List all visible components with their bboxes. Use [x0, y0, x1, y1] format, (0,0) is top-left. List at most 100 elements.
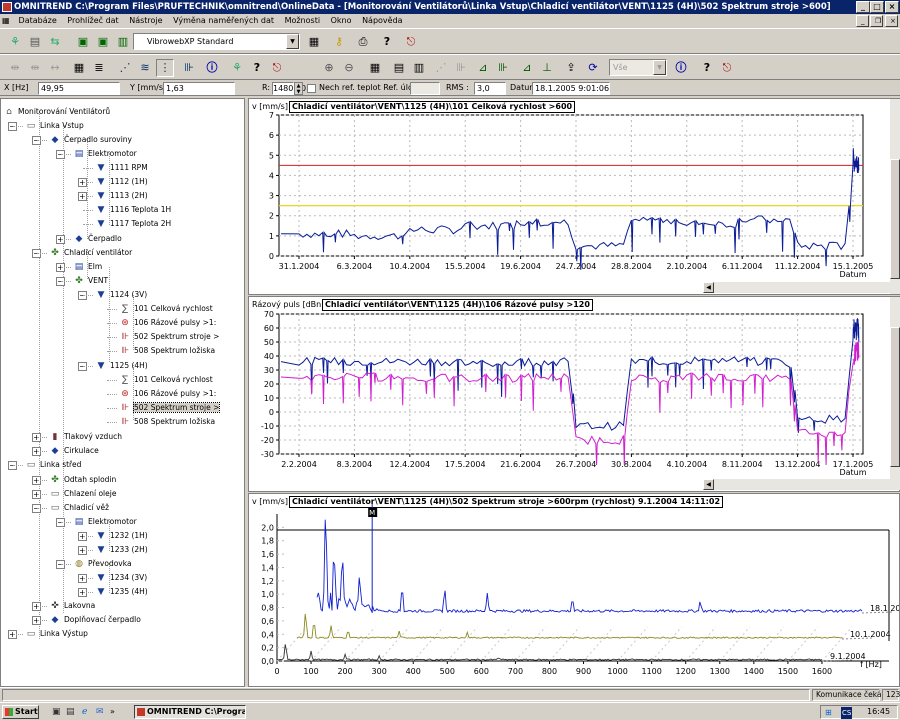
- chart-bar-icon[interactable]: ⊪: [494, 59, 512, 77]
- tree-node[interactable]: ⊛ 106 Rázové pulsy >1:: [119, 387, 216, 401]
- tree-node[interactable]: ⊪ 508 Spektrum ložiska: [119, 344, 215, 358]
- tree-node[interactable]: ◆ Čerpadlo: [73, 232, 122, 246]
- mdi-minimize-button[interactable]: _: [856, 15, 869, 27]
- tree-node[interactable]: ▭ Chladicí věž: [49, 501, 109, 515]
- quicklaunch-more-icon[interactable]: »: [110, 707, 115, 716]
- quicklaunch-desktop-icon[interactable]: ▣: [52, 707, 61, 717]
- tree-node[interactable]: ▤ Elm: [73, 260, 102, 274]
- tree-node[interactable]: ◆ Doplňovací čerpadlo: [49, 613, 141, 627]
- tree-node[interactable]: ▼ 1124 (3V): [95, 288, 148, 302]
- tree-node[interactable]: ▼ 1233 (2H): [95, 543, 148, 557]
- menu-okno[interactable]: Okno: [327, 14, 356, 28]
- minimize-button[interactable]: _: [856, 1, 870, 13]
- trend-chart-icon[interactable]: ⋰: [116, 59, 134, 77]
- tree-node[interactable]: ▭ Linka střed: [25, 458, 82, 472]
- tree-node[interactable]: ⊪ 502 Spektrum stroje >: [119, 330, 219, 344]
- mdi-restore-button[interactable]: ❐: [870, 15, 883, 27]
- database-icon[interactable]: ▤: [26, 33, 44, 51]
- tree-node[interactable]: ✜ Lakovna: [49, 599, 95, 613]
- tree-node[interactable]: ▼ 1112 (1H): [95, 175, 148, 189]
- tree-node[interactable]: ◍ Převodovka: [73, 557, 131, 571]
- menu-vymena[interactable]: Výměna naměřených dat: [169, 14, 278, 28]
- tree-node[interactable]: ▼ 1125 (4H): [95, 359, 148, 373]
- trend-chart-overall[interactable]: v [mm/s] Chladicí ventilátor\VENT\1125 (…: [248, 98, 900, 295]
- tree-node[interactable]: ▼ 1235 (4H): [95, 585, 148, 599]
- help-icon[interactable]: ?: [378, 33, 396, 51]
- tree-node[interactable]: ∑ 101 Celková rychlost: [119, 302, 213, 316]
- chart-peak-icon[interactable]: ⊥: [538, 59, 556, 77]
- grid-icon[interactable]: ▦: [366, 59, 384, 77]
- tree-node[interactable]: ▼ 1117 Teplota 2H: [95, 217, 172, 231]
- menu-databaze[interactable]: Databáze: [15, 14, 61, 28]
- window-title-bar[interactable]: OMNITREND C:\Program Files\PRUFTECHNIK\o…: [0, 0, 900, 14]
- report-icon[interactable]: ▤: [390, 59, 408, 77]
- spectrum-waterfall-chart[interactable]: v [mm/s] Chladicí ventilátor\VENT\1125 (…: [248, 493, 900, 687]
- exit-icon[interactable]: ⎋: [718, 59, 736, 77]
- export-icon[interactable]: ⇪: [562, 59, 580, 77]
- tree-node[interactable]: ∑ 101 Celková rychlost: [119, 373, 213, 387]
- tree-node[interactable]: ◆ Čerpadlo suroviny: [49, 133, 132, 147]
- start-button[interactable]: Start: [2, 705, 39, 719]
- trend-dim-icon[interactable]: ⋰: [432, 59, 450, 77]
- mdi-doc-icon[interactable]: ▦: [0, 14, 12, 28]
- notes-icon[interactable]: ▥: [410, 59, 428, 77]
- tree-node[interactable]: ▤ Elektromotor: [73, 147, 137, 161]
- chart-line-icon[interactable]: ⊿: [474, 59, 492, 77]
- quicklaunch-outlook-icon[interactable]: ✉: [96, 707, 104, 717]
- tree-node[interactable]: ✤ Chladicí ventilátor: [49, 246, 132, 260]
- tree-node[interactable]: ⊛ 106 Rázové pulsy >1:: [119, 316, 216, 330]
- tree-node[interactable]: ▼ 1234 (3V): [95, 571, 148, 585]
- maximize-button[interactable]: □: [870, 1, 884, 13]
- tree-node[interactable]: ⌂ Monitorování Ventilátorů: [3, 105, 110, 119]
- tree-node[interactable]: ⊪ 508 Spektrum ložiska: [119, 415, 215, 429]
- chevron-down-icon[interactable]: ▼: [653, 60, 666, 75]
- help-icon[interactable]: ?: [698, 59, 716, 77]
- network-icon[interactable]: ⊞: [825, 707, 832, 719]
- profile-combo[interactable]: VibrowebXP Standard ▼: [133, 33, 300, 50]
- tree-filter-icon[interactable]: ⚘: [228, 59, 246, 77]
- chart2-hscroll[interactable]: ◀▶: [703, 479, 899, 490]
- tree-node[interactable]: ▤ Elektromotor: [73, 515, 137, 529]
- trend-chart-shock-pulse[interactable]: Rázový puls [dBn] Chladicí ventilátor\VE…: [248, 296, 900, 492]
- tree-node[interactable]: ▭ Linka Vstup: [25, 119, 84, 133]
- menu-prohlizec[interactable]: Prohlížeč dat: [63, 14, 122, 28]
- tree-node[interactable]: ⊪ 502 Spektrum stroje >: [119, 401, 221, 415]
- download-icon[interactable]: ▣: [74, 33, 92, 51]
- database-tree[interactable]: −⌂Monitorování Ventilátorů−▭Linka Vstup−…: [0, 98, 245, 687]
- cursor-icon[interactable]: ⇹: [6, 59, 24, 77]
- filter-combo[interactable]: Vše ▼: [609, 59, 667, 76]
- tree-node[interactable]: ▮ Tlakový vzduch: [49, 430, 122, 444]
- chart2-vscroll[interactable]: [890, 297, 900, 490]
- info-icon[interactable]: ⓘ: [203, 59, 221, 77]
- close-button[interactable]: ×: [885, 1, 899, 13]
- language-indicator[interactable]: CS: [841, 707, 853, 719]
- mdi-close-button[interactable]: ×: [885, 15, 898, 27]
- tree-icon[interactable]: ⚘: [6, 33, 24, 51]
- tree-node[interactable]: ▭ Chlazení oleje: [49, 487, 117, 501]
- sideband-icon[interactable]: ↔: [46, 59, 64, 77]
- chart1-vscroll[interactable]: [890, 99, 900, 294]
- menu-napoveda[interactable]: Nápověda: [358, 14, 407, 28]
- taskbar-omnitrend-button[interactable]: OMNITREND C:\Progra...: [134, 705, 246, 719]
- menu-nastroje[interactable]: Nástroje: [125, 14, 166, 28]
- cursor-r-field[interactable]: 1480,00: [272, 82, 306, 95]
- tree-node[interactable]: ▼ 1111 RPM: [95, 161, 148, 175]
- refresh-icon[interactable]: ⟳: [584, 59, 602, 77]
- r-spin-button[interactable]: ▲ ▼: [294, 82, 303, 95]
- waterfall-icon[interactable]: ≋: [136, 59, 154, 77]
- tree-node[interactable]: ▼ 1116 Teplota 1H: [95, 203, 172, 217]
- print-icon[interactable]: ⎙: [354, 33, 372, 51]
- ref-checkbox[interactable]: [307, 84, 316, 93]
- key-icon[interactable]: ⚷: [330, 33, 348, 51]
- chart1-hscroll[interactable]: ◀▶: [703, 282, 899, 293]
- menu-moznosti[interactable]: Možnosti: [281, 14, 325, 28]
- tree-node[interactable]: ✤ VENT: [73, 274, 108, 288]
- overlay-icon[interactable]: ⋮: [156, 59, 174, 77]
- chart-up-icon[interactable]: ⊿: [518, 59, 536, 77]
- close-view-icon[interactable]: ⎋: [268, 59, 286, 77]
- spectrum-view-icon[interactable]: ⊪: [180, 59, 198, 77]
- calculator-icon[interactable]: ▦: [305, 33, 323, 51]
- info-icon[interactable]: ⓘ: [672, 59, 690, 77]
- tree-node[interactable]: ▼ 1113 (2H): [95, 189, 148, 203]
- route-icon[interactable]: ⇆: [46, 33, 64, 51]
